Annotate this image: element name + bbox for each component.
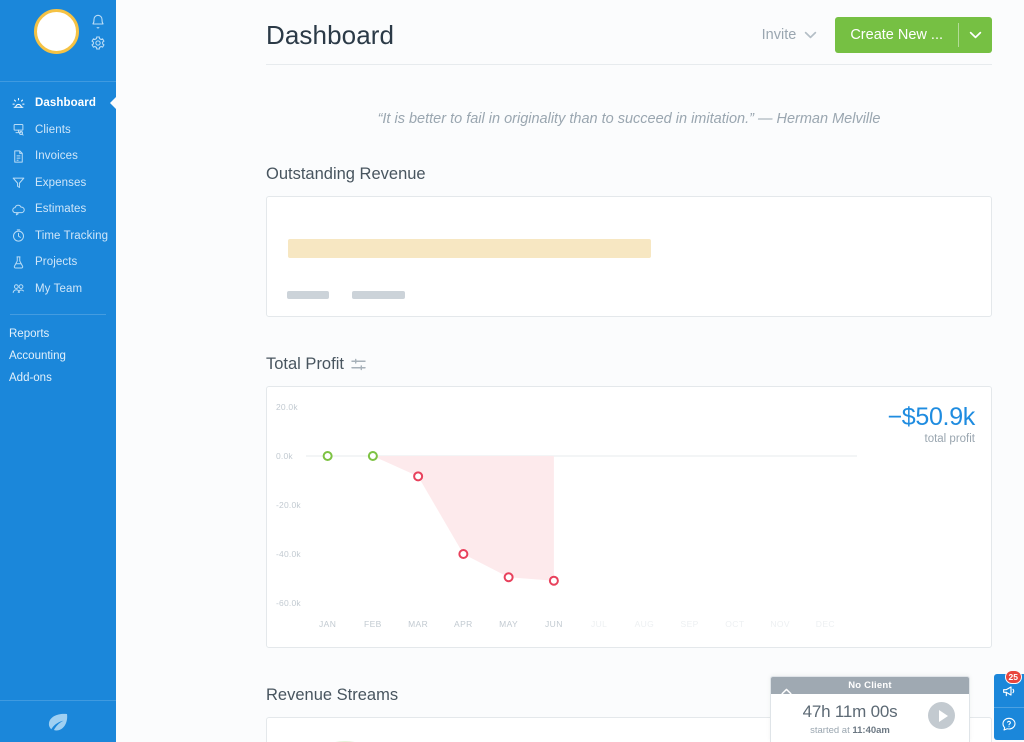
gear-icon[interactable] [90,35,106,51]
sidebar-item-label: Estimates [35,203,87,216]
help-bubble-icon [1001,716,1017,732]
announcements-badge: 25 [1004,670,1022,684]
sidebar-nav: Dashboard Clients Invoices Expenses Esti… [0,82,116,389]
sidebar-item-clients[interactable]: Clients [0,117,116,144]
people-icon [8,281,28,297]
flask-icon [8,254,28,270]
funnel-icon [8,175,28,191]
loading-placeholder-bar [287,291,329,299]
outstanding-revenue-card [266,196,992,317]
sidebar-item-estimates[interactable]: Estimates [0,196,116,223]
header-actions: Invite Create New ... [762,17,992,53]
time-tracker-widget[interactable]: No Client 47h 11m 00s started at 11:40am [770,676,970,742]
chart-data-point[interactable] [367,451,378,461]
chart-plot-area [306,451,857,586]
motivational-quote: “It is better to fail in originality tha… [377,111,881,127]
clock-icon [8,228,28,244]
timer-client-label: No Client [848,680,892,691]
chart-data-point[interactable] [458,549,469,559]
sidebar-item-dashboard[interactable]: Dashboard [0,90,116,117]
play-icon [938,709,948,722]
total-profit-title: Total Profit [266,355,992,374]
sliders-icon[interactable] [351,358,366,371]
announcements-button[interactable]: 25 [994,670,1024,707]
chart-data-point[interactable] [322,451,333,461]
desk-icon [8,122,28,138]
megaphone-icon [1001,683,1017,699]
page-header: Dashboard Invite Create New ... [266,0,992,64]
invite-label: Invite [761,27,797,43]
document-icon [8,148,28,164]
sidebar-item-add-ons[interactable]: Add-ons [0,367,116,389]
sidebar-item-label: Dashboard [35,97,96,110]
sidebar-item-accounting[interactable]: Accounting [0,345,116,367]
chart-data-point[interactable] [413,471,424,482]
create-new-button[interactable]: Create New ... [835,17,992,53]
section-label: Outstanding Revenue [266,165,426,183]
timer-play-button[interactable] [928,702,955,729]
loading-placeholder-bar [352,291,405,299]
create-new-dropdown-toggle[interactable] [959,17,992,53]
sidebar-item-invoices[interactable]: Invoices [0,143,116,170]
chart-data-point[interactable] [503,572,514,583]
sidebar-item-reports[interactable]: Reports [0,323,116,345]
loading-placeholder-bar [288,239,651,258]
cloud-icon [8,201,28,217]
sidebar-item-expenses[interactable]: Expenses [0,170,116,197]
sidebar-item-label: Projects [35,256,78,269]
chevron-down-icon [804,31,817,39]
chart-area-fill [327,456,554,581]
sidebar-item-label: Time Tracking [35,229,109,242]
total-profit-chart: 20.0k 0.0k -20.0k -40.0k -60.0k JAN FEB MAR APR… [267,387,991,647]
dashboard-page: Dashboard Clients Invoices Expenses Esti… [0,0,1024,742]
sidebar-header [0,0,116,82]
help-button[interactable] [994,707,1024,740]
total-profit-card: −$50.9k total profit 20.0k 0.0k -20.0k -40.… [266,386,992,648]
avatar[interactable] [34,9,79,54]
donut-chart [298,741,392,742]
sidebar-item-time-tracking[interactable]: Time Tracking [0,223,116,250]
sidebar-divider [10,314,106,315]
sidebar-item-label: Clients [35,123,71,136]
timer-header[interactable]: No Client [771,677,969,695]
section-label: Revenue Streams [266,686,399,704]
main-content: Dashboard Invite Create New ... “It is b… [116,0,1024,742]
leaf-icon [46,712,70,732]
sidebar-footer [0,700,116,742]
invite-button[interactable]: Invite [762,27,818,43]
sidebar: Dashboard Clients Invoices Expenses Esti… [0,0,116,742]
create-new-label: Create New ... [850,27,943,43]
sidebar-item-my-team[interactable]: My Team [0,276,116,303]
sidebar-item-projects[interactable]: Projects [0,249,116,276]
page-title: Dashboard [266,19,395,50]
support-dock: 25 [994,670,1024,740]
sidebar-item-label: My Team [35,282,83,295]
outstanding-revenue-title: Outstanding Revenue [266,165,992,184]
chevron-up-icon[interactable] [781,682,792,695]
timer-started-time: 11:40am [852,725,890,736]
timer-body: 47h 11m 00s started at 11:40am [771,694,969,736]
section-label: Total Profit [266,355,344,373]
sidebar-item-label: Invoices [35,150,78,163]
sidebar-item-label: Expenses [35,176,87,189]
chart-data-point[interactable] [548,575,559,586]
timer-started-prefix: started at [810,725,853,736]
bell-icon[interactable] [90,14,106,30]
sun-icon [8,95,28,111]
chevron-down-icon [969,31,982,39]
